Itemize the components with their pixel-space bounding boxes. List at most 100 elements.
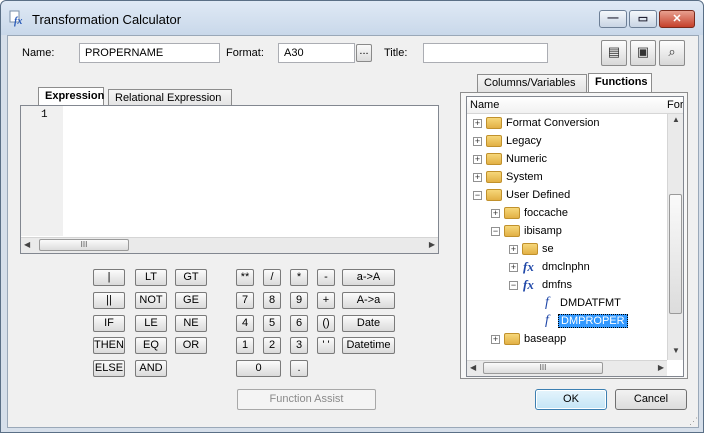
expand-icon[interactable]: +	[491, 209, 500, 218]
calc-button-1[interactable]: 1	[236, 337, 254, 354]
calc-button-decimal[interactable]: .	[290, 360, 308, 377]
cancel-button[interactable]: Cancel	[615, 389, 687, 410]
close-icon: ✕	[672, 13, 682, 25]
tree-item-label: se	[542, 243, 554, 255]
functions-tree[interactable]: Name For + Format Conversion + Legacy + …	[466, 96, 684, 377]
calc-button-date[interactable]: Date	[342, 315, 395, 332]
calc-button-6[interactable]: 6	[290, 315, 308, 332]
format-input[interactable]	[278, 43, 355, 63]
calc-button-8[interactable]: 8	[263, 292, 281, 309]
expand-icon[interactable]: +	[509, 245, 518, 254]
calc-button-multiply[interactable]: *	[290, 269, 308, 286]
tree-vertical-scrollbar[interactable]: ▲ ▼	[667, 114, 683, 360]
scroll-left-icon[interactable]: ◀	[470, 363, 476, 372]
collapse-icon[interactable]: −	[491, 227, 500, 236]
expand-icon[interactable]: +	[473, 155, 482, 164]
calc-button-bar[interactable]: |	[93, 269, 125, 286]
close-button[interactable]: ✕	[659, 10, 695, 28]
scroll-right-icon[interactable]: ▶	[429, 240, 435, 249]
name-input[interactable]	[79, 43, 220, 63]
calc-button-and[interactable]: AND	[135, 360, 167, 377]
format-label: Format:	[226, 47, 264, 59]
ok-button[interactable]: OK	[535, 389, 607, 410]
expand-icon[interactable]: +	[473, 119, 482, 128]
folder-icon	[522, 243, 538, 255]
minimize-icon: —	[607, 12, 619, 24]
window-title: Transformation Calculator	[32, 12, 182, 27]
calc-button-lowercase[interactable]: A->a	[342, 292, 395, 309]
calc-button-parens[interactable]: ()	[317, 315, 335, 332]
calc-button-uppercase[interactable]: a->A	[342, 269, 395, 286]
sort-button[interactable]: ▤	[601, 40, 627, 66]
calc-button-or[interactable]: OR	[175, 337, 207, 354]
calc-button-not[interactable]: NOT	[135, 292, 167, 309]
tab-expression[interactable]: Expression	[38, 87, 104, 107]
folder-icon	[486, 153, 502, 165]
calc-button-divide[interactable]: /	[263, 269, 281, 286]
scroll-down-icon[interactable]: ▼	[672, 346, 680, 355]
scroll-left-icon[interactable]: ◀	[24, 240, 30, 249]
function-icon: f	[545, 295, 549, 310]
tree-item-label-selected: DMPROPER	[558, 314, 628, 328]
collapse-icon[interactable]: −	[509, 281, 518, 290]
title-input[interactable]	[423, 43, 548, 63]
sort-icon: ▤	[607, 44, 621, 59]
function-assist-button[interactable]: Function Assist	[237, 389, 376, 410]
function-icon: f	[545, 313, 549, 328]
tab-columns-variables[interactable]: Columns/Variables	[477, 74, 587, 92]
calc-button-quotes[interactable]: ' '	[317, 337, 335, 354]
expand-icon[interactable]: +	[473, 173, 482, 182]
editor-scroll-thumb[interactable]: III	[39, 239, 129, 251]
column-header-format[interactable]: For	[667, 99, 683, 111]
collapse-icon[interactable]: −	[473, 191, 482, 200]
calc-button-0[interactable]: 0	[236, 360, 281, 377]
minimize-button[interactable]: —	[599, 10, 627, 28]
calc-button-ne[interactable]: NE	[175, 315, 207, 332]
tree-item-label: DMDATFMT	[560, 297, 621, 309]
expression-editor[interactable]: 1 ◀ III ▶	[20, 105, 439, 254]
calc-button-lt[interactable]: LT	[135, 269, 167, 286]
calc-button-concat[interactable]: ||	[93, 292, 125, 309]
scroll-up-icon[interactable]: ▲	[672, 115, 680, 124]
column-header-name[interactable]: Name	[470, 99, 499, 111]
calc-button-5[interactable]: 5	[263, 315, 281, 332]
calc-button-minus[interactable]: -	[317, 269, 335, 286]
name-label: Name:	[22, 47, 55, 59]
expand-icon[interactable]: +	[473, 137, 482, 146]
calc-button-plus[interactable]: +	[317, 292, 335, 309]
calc-button-if[interactable]: IF	[93, 315, 125, 332]
tree-item-label: User Defined	[506, 189, 571, 201]
folder-icon	[504, 225, 520, 237]
tree-vscroll-thumb[interactable]	[669, 194, 682, 314]
calc-button-ge[interactable]: GE	[175, 292, 207, 309]
editor-horizontal-scrollbar[interactable]: ◀ III ▶	[21, 237, 438, 253]
format-browse-button[interactable]: ...	[356, 44, 372, 62]
title-bar[interactable]: fx Transformation Calculator — ▭ ✕	[1, 1, 703, 35]
calc-button-then[interactable]: THEN	[93, 337, 125, 354]
calc-button-3[interactable]: 3	[290, 337, 308, 354]
scroll-right-icon[interactable]: ▶	[658, 363, 664, 372]
calc-button-eq[interactable]: EQ	[135, 337, 167, 354]
tree-hscroll-thumb[interactable]: III	[483, 362, 603, 374]
calc-button-le[interactable]: LE	[135, 315, 167, 332]
expand-icon[interactable]: +	[491, 335, 500, 344]
calc-button-7[interactable]: 7	[236, 292, 254, 309]
calc-button-2[interactable]: 2	[263, 337, 281, 354]
functions-panel: Name For + Format Conversion + Legacy + …	[460, 92, 688, 379]
calc-button-4[interactable]: 4	[236, 315, 254, 332]
calc-button-else[interactable]: ELSE	[93, 360, 125, 377]
calc-button-power[interactable]: **	[236, 269, 254, 286]
folder-icon	[486, 171, 502, 183]
resize-grip-icon[interactable]: ⋰	[689, 417, 701, 430]
folder-icon	[486, 117, 502, 129]
tab-functions[interactable]: Functions	[588, 73, 652, 93]
calc-button-9[interactable]: 9	[290, 292, 308, 309]
maximize-button[interactable]: ▭	[629, 10, 657, 28]
svg-text:fx: fx	[14, 16, 22, 27]
calc-button-gt[interactable]: GT	[175, 269, 207, 286]
expand-icon[interactable]: +	[509, 263, 518, 272]
verify-button[interactable]: ▣	[630, 40, 656, 66]
tree-horizontal-scrollbar[interactable]: ◀ III ▶	[467, 360, 667, 376]
search-button[interactable]: ⌕	[659, 40, 685, 66]
calc-button-datetime[interactable]: Datetime	[342, 337, 395, 354]
